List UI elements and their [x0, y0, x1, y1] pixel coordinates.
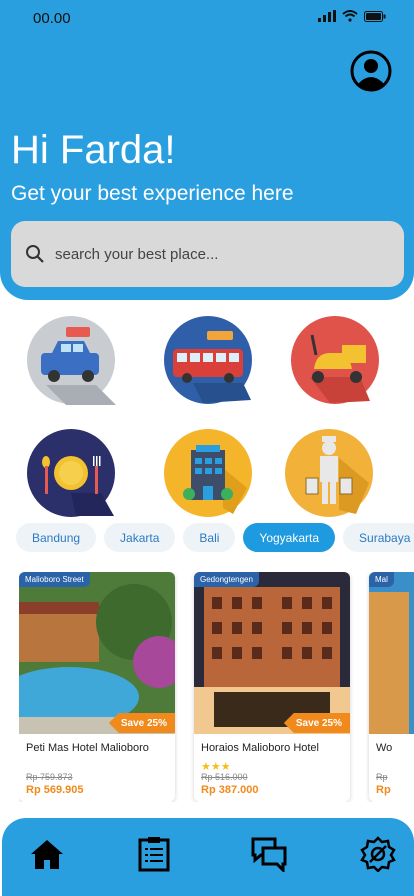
- clipboard-icon[interactable]: [136, 836, 172, 872]
- porter-icon[interactable]: [284, 428, 374, 518]
- restaurant-icon[interactable]: [26, 428, 116, 518]
- status-time: 00.00: [33, 10, 71, 27]
- discount-badge: Save 25%: [283, 713, 350, 733]
- bus-icon[interactable]: [163, 315, 253, 405]
- profile-icon[interactable]: [350, 50, 392, 92]
- battery-icon: [364, 10, 386, 22]
- wifi-icon: [342, 10, 358, 22]
- hotel-name: Horaios Malioboro Hotel: [201, 742, 319, 754]
- hotel-photo: [19, 572, 175, 734]
- discount-badge: Save 25%: [108, 713, 175, 733]
- home-icon[interactable]: [29, 836, 65, 872]
- signal-icon: [318, 10, 336, 22]
- hotel-name: Peti Mas Hotel Malioboro: [26, 742, 149, 754]
- chat-icon[interactable]: [251, 836, 287, 872]
- hotel-photo: [194, 572, 350, 734]
- city-tab-surabaya[interactable]: Surabaya: [343, 523, 414, 552]
- city-tab-jakarta[interactable]: Jakarta: [104, 523, 176, 552]
- location-badge: Mal: [369, 572, 394, 587]
- city-tab-bali[interactable]: Bali: [183, 523, 236, 552]
- discount-price: Rp: [376, 784, 391, 796]
- city-tabs: Bandung Jakarta Bali Yogyakarta Surabaya: [16, 523, 414, 552]
- car-rental-icon[interactable]: [26, 315, 116, 405]
- discount-price: Rp 387.000: [201, 784, 259, 796]
- hotel-card[interactable]: Gedongtengen Save 25% Horaios Malioboro …: [194, 572, 350, 802]
- bottom-nav: [2, 818, 414, 896]
- original-price: Rp: [376, 772, 388, 782]
- greeting: Hi Farda!: [11, 128, 176, 172]
- search-icon: [26, 245, 44, 263]
- search-input[interactable]: search your best place...: [11, 221, 404, 287]
- hotel-cards: Malioboro Street Save 25% Peti Mas Hotel…: [19, 572, 414, 802]
- city-tab-yogyakarta[interactable]: Yogyakarta: [243, 523, 336, 552]
- location-badge: Gedongtengen: [194, 572, 259, 587]
- original-price: Rp 516.000: [201, 772, 248, 782]
- search-placeholder: search your best place...: [55, 245, 219, 263]
- scooter-icon[interactable]: [290, 315, 380, 405]
- location-badge: Malioboro Street: [19, 572, 90, 587]
- hotel-card[interactable]: Malioboro Street Save 25% Peti Mas Hotel…: [19, 572, 175, 802]
- subtitle: Get your best experience here: [11, 182, 294, 205]
- hotel-card[interactable]: Mal Wo Rp Rp: [369, 572, 414, 802]
- discount-price: Rp 569.905: [26, 784, 84, 796]
- hotel-name: Wo: [376, 742, 393, 754]
- original-price: Rp 759.873: [26, 772, 73, 782]
- status-icons: [318, 10, 386, 22]
- hotel-photo: [369, 572, 414, 734]
- settings-icon[interactable]: [360, 836, 396, 872]
- city-tab-bandung[interactable]: Bandung: [16, 523, 97, 552]
- status-bar: 00.00: [0, 0, 414, 36]
- hotel-icon[interactable]: [163, 428, 253, 518]
